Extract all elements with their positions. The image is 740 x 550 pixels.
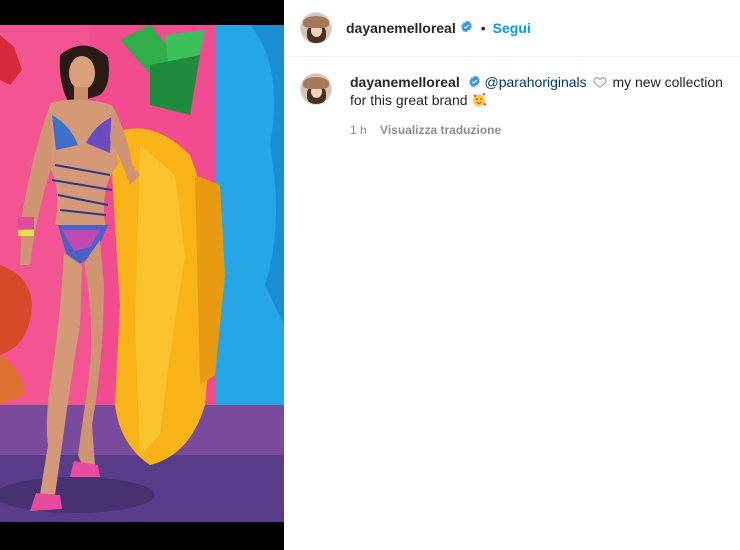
caption-username[interactable]: dayanemelloreal xyxy=(350,74,460,90)
caption-comment: dayanemelloreal @parahoriginals my new c… xyxy=(284,57,740,139)
post-timestamp[interactable]: 1 h xyxy=(350,123,367,137)
post-username[interactable]: dayanemelloreal xyxy=(346,20,456,36)
post-header: dayanemelloreal • Segui xyxy=(284,0,740,57)
caption-verified-badge-icon xyxy=(464,74,481,90)
smiling-face-with-hearts-icon xyxy=(471,92,487,108)
post-photo[interactable] xyxy=(0,25,284,522)
caption-meta: 1 h Visualizza traduzione xyxy=(350,121,724,139)
post-sidebar: dayanemelloreal • Segui dayanemelloreal … xyxy=(284,0,740,550)
instagram-post: dayanemelloreal • Segui dayanemelloreal … xyxy=(0,0,740,550)
translate-button[interactable]: Visualizza traduzione xyxy=(380,123,501,137)
separator-dot: • xyxy=(480,20,486,36)
caption-avatar[interactable] xyxy=(300,73,332,105)
heart-outline-icon xyxy=(591,74,609,90)
caption-mention-link[interactable]: @parahoriginals xyxy=(485,74,587,90)
follow-button[interactable]: Segui xyxy=(493,20,531,36)
media-pane xyxy=(0,0,284,550)
verified-badge-icon xyxy=(456,19,473,37)
caption-body: dayanemelloreal @parahoriginals my new c… xyxy=(350,73,724,139)
avatar[interactable] xyxy=(300,12,332,44)
